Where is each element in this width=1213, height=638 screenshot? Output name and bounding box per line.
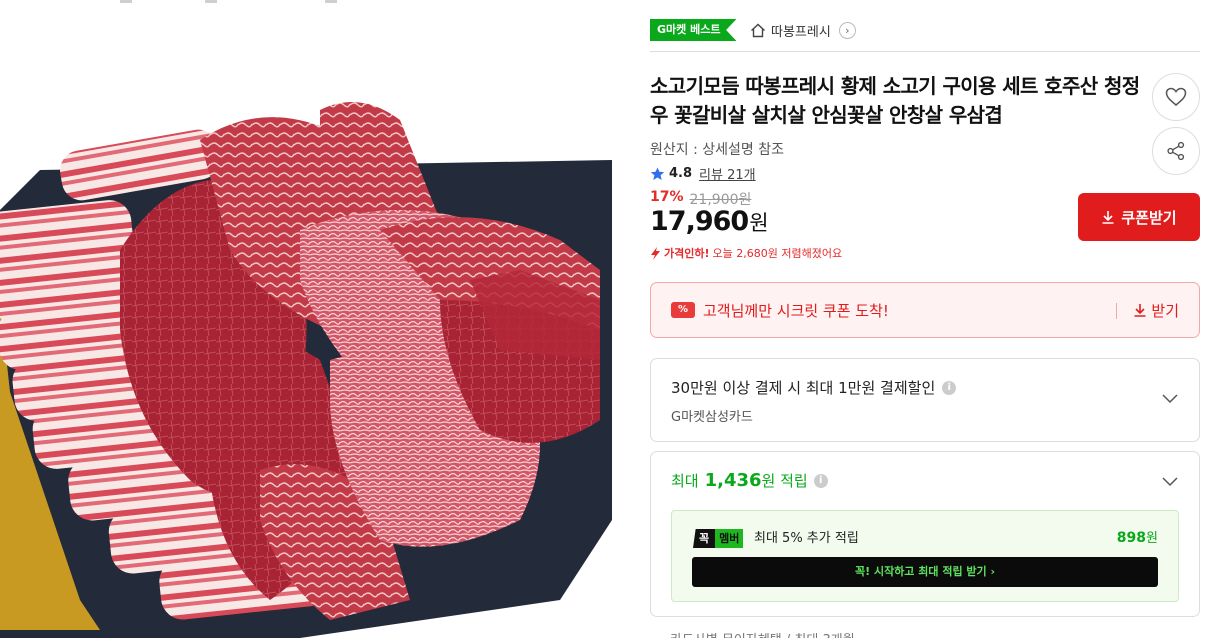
origin-info: 원산지 : 상세설명 참조 (650, 142, 784, 158)
product-title: 소고기모듬 따봉프레시 황제 소고기 구이용 세트 호주산 청정우 꽃갈비살 살… (650, 74, 1140, 127)
card-discount-panel[interactable]: 30만원 이상 결제 시 최대 1만원 결제할인 i G마켓삼성카드 (650, 358, 1200, 442)
price-unit: 원 (749, 211, 768, 235)
download-icon (1102, 211, 1114, 224)
member-benefit-amount: 898원 (1117, 529, 1158, 548)
member-badge: 꼭 멤버 (693, 529, 744, 548)
seller-bar: G마켓 베스트 따봉프레시 › (650, 18, 1200, 52)
divider (1116, 303, 1117, 319)
wish-button[interactable] (1152, 73, 1200, 121)
price-value: 17,960 (650, 206, 749, 237)
coupon-download-button[interactable]: 쿠폰받기 (1078, 193, 1200, 241)
star-icon (650, 167, 665, 180)
member-badge-label: 멤버 (715, 529, 744, 548)
card-discount-title: 30만원 이상 결제 시 최대 1만원 결제할인 i (671, 377, 957, 398)
points-panel: 최대 1,436원 적립 i 꼭 멤버 최대 5% 추가 적립 898원 꼭! 시… (650, 451, 1200, 617)
price-drop-text: 오늘 2,680원 저렴해졌어요 (712, 247, 843, 260)
secret-coupon-get-label: 받기 (1151, 301, 1179, 320)
price-drop-lead: 가격인하! (664, 247, 710, 260)
home-icon (750, 23, 766, 38)
coupon-button-label: 쿠폰받기 (1121, 208, 1177, 227)
member-start-label: 꼭! 시작하고 최대 적립 받기 (854, 565, 987, 578)
secret-coupon-message: 고객님께만 시크릿 쿠폰 도착! (703, 301, 889, 320)
chevron-down-icon[interactable] (1161, 389, 1179, 407)
price-drop-notice: 가격인하! 오늘 2,680원 저렴해졌어요 (650, 245, 842, 261)
product-page: G마켓 베스트 따봉프레시 › 소고기모듬 따봉프레시 황제 소고기 구이용 세… (0, 0, 1213, 638)
member-benefit-box: 꼭 멤버 최대 5% 추가 적립 898원 꼭! 시작하고 최대 적립 받기 › (671, 510, 1179, 602)
member-benefit-desc: 최대 5% 추가 적립 (754, 531, 859, 546)
product-gallery (0, 0, 612, 638)
info-icon[interactable]: i (813, 473, 828, 488)
chevron-down-icon[interactable] (1161, 472, 1179, 490)
chevron-right-icon: › (838, 21, 856, 39)
points-amount: 1,436 (704, 470, 762, 491)
member-start-button[interactable]: 꼭! 시작하고 최대 적립 받기 › (692, 557, 1158, 587)
rating: 4.8 리뷰 21개 (650, 164, 756, 183)
best-badge[interactable]: G마켓 베스트 (650, 19, 737, 41)
download-icon (1134, 304, 1146, 317)
points-summary: 최대 1,436원 적립 i (671, 470, 828, 491)
share-icon (1167, 141, 1185, 161)
secret-coupon-banner[interactable]: % 고객님께만 시크릿 쿠폰 도착! 받기 (650, 282, 1200, 338)
share-button[interactable] (1152, 127, 1200, 175)
installment-info[interactable]: 카드사별 무이자혜택 / 최대 3개월 (670, 629, 855, 638)
price-down-icon (651, 246, 660, 260)
member-amount-unit: 원 (1146, 531, 1158, 546)
product-info: G마켓 베스트 따봉프레시 › 소고기모듬 따봉프레시 황제 소고기 구이용 세… (650, 0, 1200, 638)
card-discount-text: 30만원 이상 결제 시 최대 1만원 결제할인 (671, 379, 936, 397)
member-badge-k: 꼭 (693, 529, 716, 548)
product-image[interactable] (0, 0, 612, 638)
heart-icon (1165, 87, 1187, 106)
points-prefix: 최대 (671, 472, 699, 490)
member-amount-value: 898 (1116, 530, 1147, 546)
rating-score: 4.8 (669, 166, 693, 181)
coupon-tag-icon: % (671, 302, 695, 318)
store-name: 따봉프레시 (771, 24, 831, 40)
card-name: G마켓삼성카드 (671, 410, 753, 425)
points-suffix: 원 적립 (761, 472, 808, 490)
review-link[interactable]: 리뷰 21개 (699, 164, 756, 183)
store-link[interactable]: 따봉프레시 › (750, 18, 856, 42)
secret-coupon-get-button[interactable]: 받기 (1133, 283, 1179, 337)
sale-price: 17,960원 (650, 206, 769, 237)
info-icon[interactable]: i (942, 380, 957, 395)
